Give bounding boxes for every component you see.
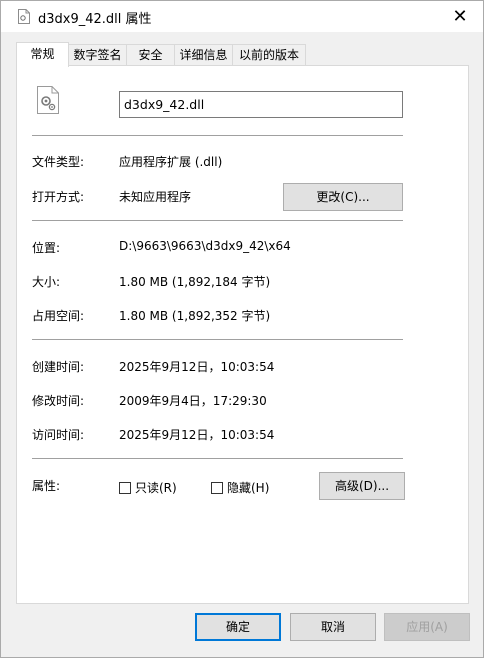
properties-dialog: d3dx9_42.dll 属性 ✕ 常规 数字签名 安全 详细信息 以前的版本 … — [0, 0, 484, 658]
tab-previous-versions[interactable]: 以前的版本 — [232, 44, 306, 65]
apply-button[interactable]: 应用(A) — [384, 613, 470, 641]
cancel-button[interactable]: 取消 — [290, 613, 376, 641]
checkbox-box[interactable] — [211, 481, 223, 494]
hidden-label: 隐藏(H) — [227, 481, 270, 495]
ok-button[interactable]: 确定 — [195, 613, 281, 641]
close-icon: ✕ — [452, 6, 468, 27]
separator — [32, 339, 403, 340]
disk-size-value: 1.80 MB (1,892,352 字节) — [119, 309, 271, 323]
change-button[interactable]: 更改(C)... — [283, 183, 403, 211]
separator — [32, 220, 403, 221]
checkbox-box[interactable] — [119, 481, 131, 494]
readonly-checkbox[interactable]: 只读(R) — [119, 479, 177, 496]
window-title: d3dx9_42.dll 属性 — [38, 12, 152, 27]
separator — [32, 135, 403, 136]
created-label: 创建时间: — [32, 360, 85, 374]
title-bar: d3dx9_42.dll 属性 ✕ — [1, 1, 483, 32]
attributes-label: 属性: — [32, 479, 61, 493]
tab-security[interactable]: 安全 — [126, 44, 175, 65]
filename-field[interactable]: d3dx9_42.dll — [119, 91, 403, 118]
tab-details[interactable]: 详细信息 — [174, 44, 233, 65]
dll-file-icon — [18, 9, 30, 24]
hidden-checkbox[interactable]: 隐藏(H) — [211, 479, 269, 496]
size-label: 大小: — [32, 275, 61, 289]
separator — [32, 458, 403, 459]
created-value: 2025年9月12日，10:03:54 — [119, 360, 275, 374]
tab-general[interactable]: 常规 — [16, 42, 69, 67]
general-panel: d3dx9_42.dll 文件类型: 应用程序扩展 (.dll) 打开方式: 未… — [16, 65, 469, 604]
disk-size-label: 占用空间: — [32, 309, 85, 323]
advanced-button[interactable]: 高级(D)... — [319, 472, 405, 500]
readonly-label: 只读(R) — [135, 481, 177, 495]
file-type-value: 应用程序扩展 (.dll) — [119, 155, 223, 169]
tab-digital-signatures[interactable]: 数字签名 — [68, 44, 127, 65]
accessed-label: 访问时间: — [32, 428, 85, 442]
modified-value: 2009年9月4日，17:29:30 — [119, 394, 267, 408]
size-value: 1.80 MB (1,892,184 字节) — [119, 275, 271, 289]
open-with-value: 未知应用程序 — [119, 190, 192, 204]
dll-file-icon — [37, 86, 59, 114]
open-with-label: 打开方式: — [32, 190, 85, 204]
file-type-label: 文件类型: — [32, 155, 85, 169]
close-button[interactable]: ✕ — [437, 1, 483, 32]
location-value: D:\9663\9663\d3dx9_42\x64 — [119, 239, 291, 253]
accessed-value: 2025年9月12日，10:03:54 — [119, 428, 275, 442]
modified-label: 修改时间: — [32, 394, 85, 408]
location-label: 位置: — [32, 241, 61, 255]
